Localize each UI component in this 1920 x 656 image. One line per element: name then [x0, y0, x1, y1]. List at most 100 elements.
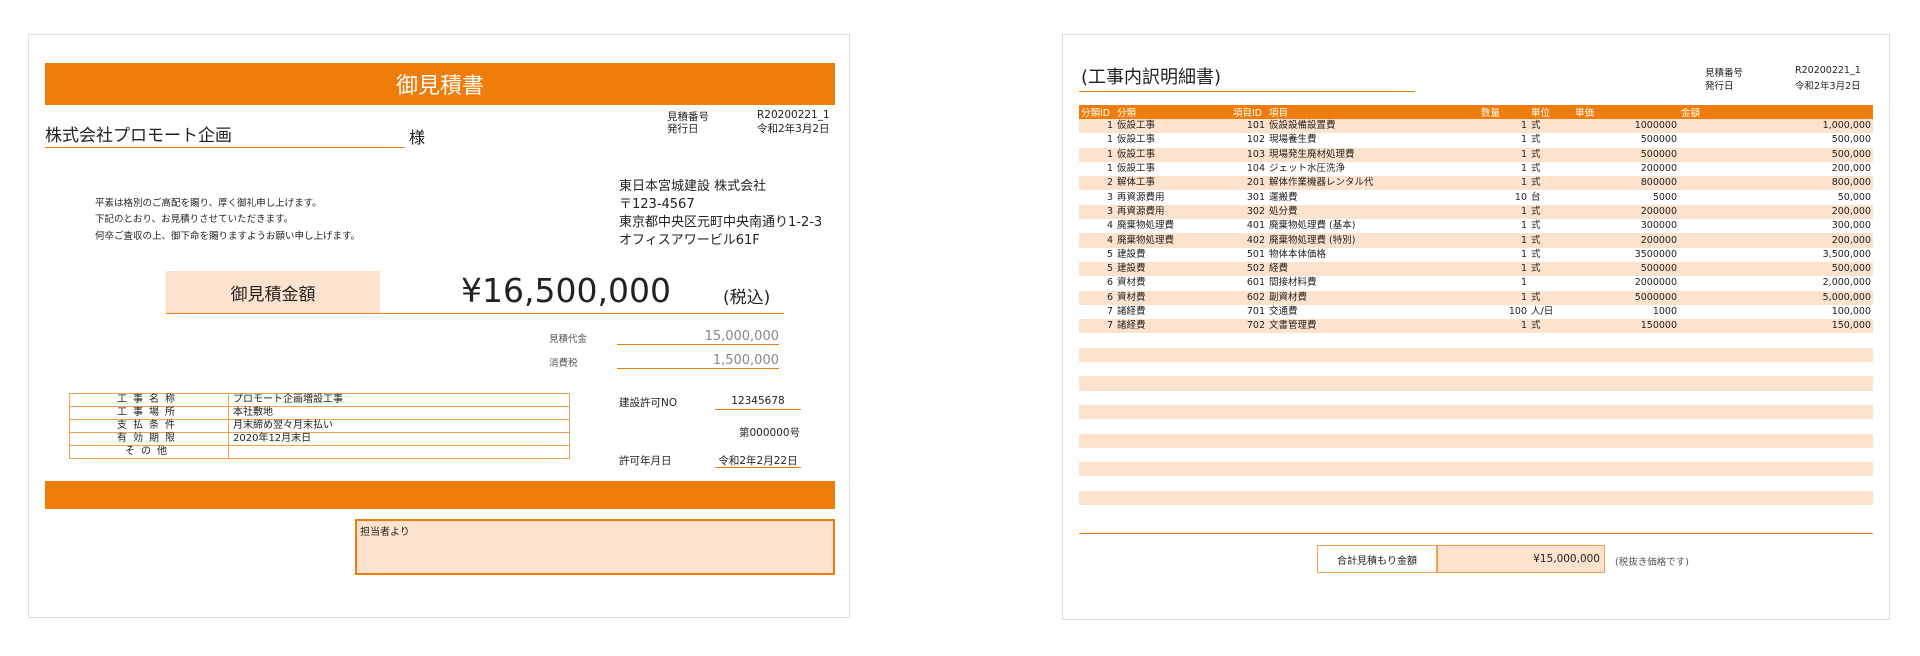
- detail-item: [1267, 505, 1479, 520]
- detail-amount: 100,000: [1679, 304, 1873, 320]
- detail-qty: [1479, 376, 1529, 391]
- detail-unit: 式: [1529, 147, 1573, 162]
- tax-value: 1,500,000: [617, 353, 779, 369]
- detail-price: [1573, 419, 1679, 434]
- detail-cat: 建設費: [1115, 247, 1231, 262]
- detail-item: [1267, 476, 1479, 491]
- detail-unit: [1529, 462, 1573, 477]
- table-row: 1 仮設工事 102 現場養生費 1 式 500000 500,000: [1079, 133, 1873, 148]
- header-amount: 金額: [1679, 105, 1873, 119]
- detail-item-id: [1231, 476, 1267, 491]
- license-date-label: 許可年月日: [619, 455, 672, 467]
- detail-unit: [1529, 433, 1573, 448]
- detail-amount: 500,000: [1679, 133, 1873, 148]
- empty-row: [1079, 433, 1873, 448]
- detail-cat-id: [1079, 362, 1115, 377]
- detail-price: [1573, 490, 1679, 506]
- detail-table: 分類ID 分類 項目ID 項目 数量 単位 単価 金額 1 仮設工事 101 仮設設備…: [1079, 105, 1873, 520]
- table-row: 6 資材費 601 間接材料費 1 2000000 2,000,000: [1079, 276, 1873, 291]
- tax-label: 消費税: [549, 358, 578, 369]
- detail-item-id: [1231, 462, 1267, 477]
- issue-date: 令和2年3月2日: [1795, 81, 1861, 92]
- detail-unit: 式: [1529, 290, 1573, 305]
- table-row: 1 仮設工事 103 現場発生廃材処理費 1 式 500000 500,000: [1079, 147, 1873, 162]
- detail-cat-id: 7: [1079, 304, 1115, 320]
- detail-item-id: 702: [1231, 319, 1267, 334]
- tax-included-note: (税込): [723, 288, 771, 308]
- detail-item: [1267, 376, 1479, 391]
- grand-total-value: ¥15,000,000: [1437, 545, 1605, 573]
- detail-qty: 10: [1479, 190, 1529, 205]
- detail-amount: [1679, 333, 1873, 348]
- detail-cat-id: 4: [1079, 219, 1115, 234]
- detail-cat-id: [1079, 376, 1115, 391]
- detail-unit: [1529, 476, 1573, 491]
- detail-cat-id: 1: [1079, 161, 1115, 177]
- detail-amount: 1,000,000: [1679, 119, 1873, 134]
- detail-item-id: [1231, 490, 1267, 506]
- license-date: 令和2年2月22日: [715, 453, 801, 468]
- detail-qty: 1: [1479, 319, 1529, 334]
- detail-item-id: [1231, 505, 1267, 520]
- info-value: 2020年12月末日: [228, 432, 570, 446]
- detail-amount: [1679, 447, 1873, 463]
- license-label: 建設許可NO: [619, 397, 678, 409]
- table-row: 2 解体工事 201 解体作業機器レンタル代 1 式 800000 800,000: [1079, 176, 1873, 191]
- detail-item: 副資材費: [1267, 290, 1479, 305]
- amount-label: 御見積金額: [166, 271, 380, 313]
- detail-unit: 式: [1529, 219, 1573, 234]
- detail-cat-id: 7: [1079, 319, 1115, 334]
- detail-price: 200000: [1573, 161, 1679, 177]
- greeting-line-1: 平素は格別のご高配を賜り、厚く御礼申し上げます。: [95, 198, 322, 209]
- detail-price: [1573, 505, 1679, 520]
- project-info-table: 工事名称 プロモート企画増設工事 工事場所 本社敷地 支払条件 月末締め翌々月末払い …: [69, 393, 570, 459]
- detail-item-id: 101: [1231, 119, 1267, 134]
- detail-price: 150000: [1573, 319, 1679, 334]
- detail-cat: [1115, 419, 1231, 434]
- detail-unit: [1529, 362, 1573, 377]
- detail-cat-id: 1: [1079, 147, 1115, 162]
- total-amount: ¥16,500,000: [461, 271, 671, 310]
- detail-cat: 建設費: [1115, 261, 1231, 277]
- detail-cat-id: 5: [1079, 261, 1115, 277]
- detail-item: 現場発生廃材処理費: [1267, 147, 1479, 162]
- detail-item: 運搬費: [1267, 190, 1479, 205]
- detail-cat-id: [1079, 476, 1115, 491]
- info-row: 工事名称 プロモート企画増設工事: [69, 393, 570, 407]
- detail-cat-id: 3: [1079, 204, 1115, 220]
- detail-item-id: 102: [1231, 133, 1267, 148]
- detail-price: [1573, 462, 1679, 477]
- detail-cat-id: [1079, 447, 1115, 463]
- empty-row: [1079, 404, 1873, 420]
- detail-cat: [1115, 390, 1231, 405]
- table-row: 3 再資源費用 301 運搬費 10 台 5000 50,000: [1079, 190, 1873, 205]
- detail-qty: [1479, 362, 1529, 377]
- detail-cat: [1115, 433, 1231, 448]
- detail-amount: 800,000: [1679, 176, 1873, 191]
- detail-price: [1573, 476, 1679, 491]
- detail-item-id: 401: [1231, 219, 1267, 234]
- header-item: 項目: [1267, 105, 1479, 119]
- detail-cat-id: [1079, 419, 1115, 434]
- detail-qty: [1479, 347, 1529, 363]
- table-bottom-line: [1079, 533, 1873, 534]
- detail-unit: 台: [1529, 190, 1573, 205]
- detail-amount: 50,000: [1679, 190, 1873, 205]
- detail-qty: 1: [1479, 276, 1529, 291]
- detail-price: [1573, 347, 1679, 363]
- detail-unit: 式: [1529, 233, 1573, 248]
- detail-item: 処分費: [1267, 204, 1479, 220]
- info-row: 支払条件 月末締め翌々月末払い: [69, 419, 570, 433]
- detail-cat: [1115, 505, 1231, 520]
- detail-amount: 300,000: [1679, 219, 1873, 234]
- memo-box[interactable]: 担当者より: [355, 519, 835, 575]
- company-address-1: 東京都中央区元町中央南通り1-2-3: [619, 215, 823, 230]
- detail-cat-id: 2: [1079, 176, 1115, 191]
- table-row: 1 仮設工事 104 ジェット水圧洗浄 1 式 200000 200,000: [1079, 161, 1873, 177]
- detail-cat: 廃棄物処理費: [1115, 233, 1231, 248]
- license-no: 12345678: [715, 395, 801, 410]
- breakdown-sheet: (工事内訳明細書) 見積番号 R20200221_1 発行日 令和2年3月2日 …: [1062, 34, 1890, 620]
- detail-qty: [1479, 447, 1529, 463]
- detail-cat: 諸経費: [1115, 319, 1231, 334]
- detail-amount: [1679, 490, 1873, 506]
